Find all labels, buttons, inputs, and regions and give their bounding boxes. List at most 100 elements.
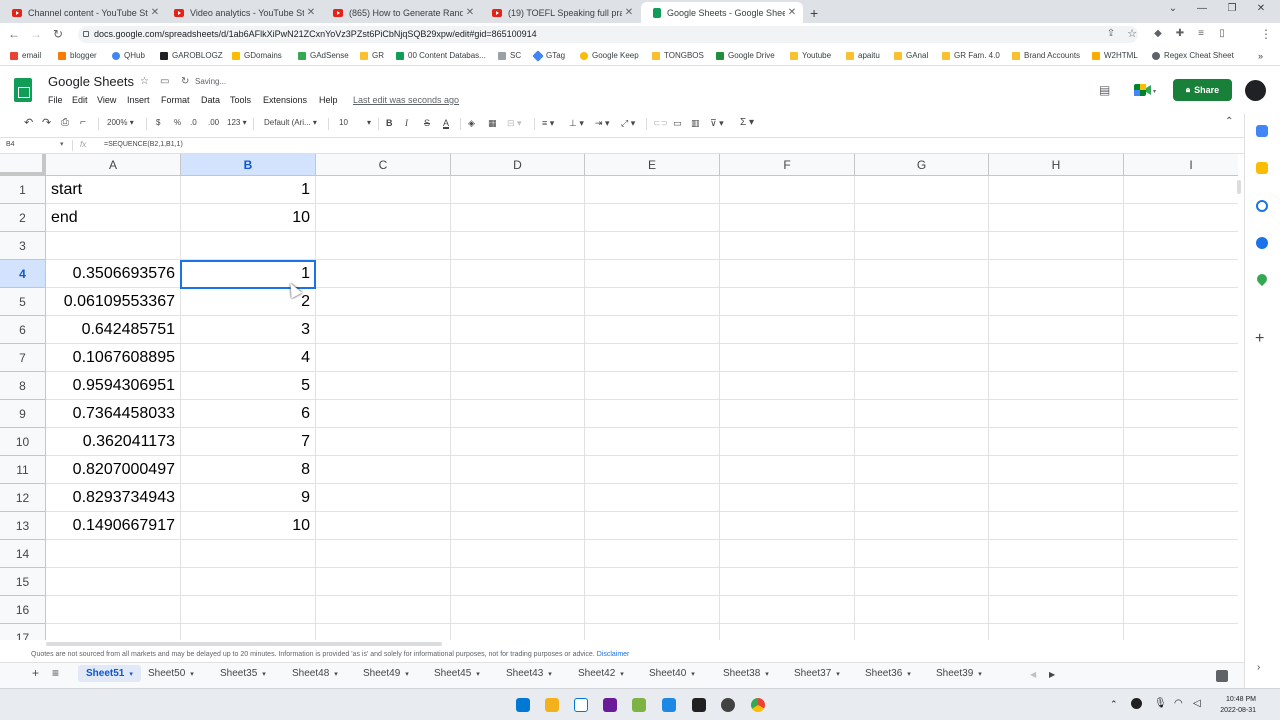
- cell-e3[interactable]: [585, 232, 720, 260]
- column-header-b[interactable]: B: [181, 154, 316, 176]
- row-header[interactable]: 7: [0, 344, 46, 372]
- sheet-tab-menu-icon[interactable]: ▾: [907, 671, 911, 678]
- tasks-icon[interactable]: [1256, 200, 1268, 212]
- cell-d1[interactable]: [451, 176, 585, 204]
- text-rotation-icon[interactable]: ⤢ ▾: [621, 118, 635, 129]
- chrome-icon[interactable]: [751, 698, 765, 712]
- sheet-tab-sheet45[interactable]: Sheet45 ▾: [434, 668, 480, 679]
- cell-f12[interactable]: [720, 484, 855, 512]
- cell-b3[interactable]: [181, 232, 316, 260]
- cell-c11[interactable]: [316, 456, 451, 484]
- meet-icon[interactable]: ▾: [1134, 83, 1156, 97]
- maps-icon[interactable]: [1254, 271, 1270, 287]
- cell-e8[interactable]: [585, 372, 720, 400]
- cell-h13[interactable]: [989, 512, 1124, 540]
- column-header-g[interactable]: G: [855, 154, 989, 176]
- menu-tools[interactable]: Tools: [230, 95, 251, 105]
- cell-h11[interactable]: [989, 456, 1124, 484]
- cell-a4[interactable]: 0.3506693576: [46, 260, 181, 288]
- cell-i16[interactable]: [1124, 596, 1238, 624]
- sheet-tab-sheet37[interactable]: Sheet37 ▾: [794, 668, 840, 679]
- browser-tab-active[interactable]: Google Sheets - Google Sheets ✕: [641, 2, 803, 23]
- paint-format-icon[interactable]: ⌐: [80, 117, 86, 128]
- row-header[interactable]: 3: [0, 232, 46, 260]
- cell-h5[interactable]: [989, 288, 1124, 316]
- bookmark-tongbos[interactable]: TONGBOS: [652, 51, 704, 60]
- taskbar-clock[interactable]: 10:48 PM 2022-08-31: [1196, 694, 1256, 716]
- print-icon[interactable]: ⎙: [61, 117, 69, 128]
- cell-b10[interactable]: 7: [181, 428, 316, 456]
- sheet-tab-menu-icon[interactable]: ▾: [476, 671, 480, 678]
- cell-a6[interactable]: 0.642485751: [46, 316, 181, 344]
- sheet-tab-sheet38[interactable]: Sheet38 ▾: [723, 668, 769, 679]
- bookmark-email[interactable]: email: [10, 51, 41, 60]
- cell-c17[interactable]: [316, 624, 451, 640]
- cell-a3[interactable]: [46, 232, 181, 260]
- decrease-decimal-button[interactable]: .0: [190, 118, 197, 127]
- cell-h9[interactable]: [989, 400, 1124, 428]
- cell-c14[interactable]: [316, 540, 451, 568]
- sheet-tab-sheet49[interactable]: Sheet49 ▾: [363, 668, 409, 679]
- sheet-tab-menu-icon[interactable]: ▾: [765, 671, 769, 678]
- cell-g7[interactable]: [855, 344, 989, 372]
- bookmark-google-drive[interactable]: Google Drive: [716, 51, 775, 60]
- cell-i13[interactable]: [1124, 512, 1238, 540]
- sheet-tab-menu-icon[interactable]: ▾: [978, 671, 982, 678]
- cell-c5[interactable]: [316, 288, 451, 316]
- cell-g12[interactable]: [855, 484, 989, 512]
- cell-i7[interactable]: [1124, 344, 1238, 372]
- cell-i8[interactable]: [1124, 372, 1238, 400]
- menu-insert[interactable]: Insert: [127, 95, 150, 105]
- cell-f13[interactable]: [720, 512, 855, 540]
- cell-f5[interactable]: [720, 288, 855, 316]
- wifi-icon[interactable]: ◠: [1174, 698, 1183, 709]
- bookmark-google-keep[interactable]: Google Keep: [580, 51, 639, 60]
- cell-g15[interactable]: [855, 568, 989, 596]
- cell-d12[interactable]: [451, 484, 585, 512]
- column-header-a[interactable]: A: [46, 154, 181, 176]
- cell-b12[interactable]: 9: [181, 484, 316, 512]
- column-header-c[interactable]: C: [316, 154, 451, 176]
- column-header-h[interactable]: H: [989, 154, 1124, 176]
- cell-d14[interactable]: [451, 540, 585, 568]
- share-button[interactable]: 🔒︎ Share: [1173, 79, 1232, 101]
- cell-d13[interactable]: [451, 512, 585, 540]
- cell-e14[interactable]: [585, 540, 720, 568]
- cell-i15[interactable]: [1124, 568, 1238, 596]
- cell-f17[interactable]: [720, 624, 855, 640]
- window-close-icon[interactable]: ✕: [1251, 3, 1271, 14]
- undo-icon[interactable]: ↶: [24, 116, 33, 129]
- sheet-tab-menu-icon[interactable]: ▾: [262, 671, 266, 678]
- cell-a15[interactable]: [46, 568, 181, 596]
- bookmark-garoblogz[interactable]: GAROBLOGZ: [160, 51, 223, 60]
- cell-c10[interactable]: [316, 428, 451, 456]
- cell-b1[interactable]: 1: [181, 176, 316, 204]
- menu-extensions[interactable]: Extensions: [263, 95, 307, 105]
- column-header-i[interactable]: I: [1124, 154, 1238, 176]
- sheet-tab-menu-icon[interactable]: ▾: [190, 671, 194, 678]
- bookmark-sc[interactable]: SC: [498, 51, 521, 60]
- row-header[interactable]: 4: [0, 260, 46, 288]
- font-size-dropdown-icon[interactable]: ▾: [367, 118, 371, 127]
- share-page-icon[interactable]: ⇪: [1103, 27, 1119, 41]
- cell-d17[interactable]: [451, 624, 585, 640]
- font-select[interactable]: Default (Ari... ▾: [264, 118, 317, 127]
- menu-edit[interactable]: Edit: [72, 95, 88, 105]
- scroll-tabs-right-icon[interactable]: ▶: [1049, 670, 1055, 679]
- cell-e12[interactable]: [585, 484, 720, 512]
- back-icon[interactable]: ←: [6, 27, 22, 41]
- percent-format-button[interactable]: %: [174, 118, 181, 127]
- bookmark-brand-accounts[interactable]: Brand Accounts: [1012, 51, 1080, 60]
- cell-g1[interactable]: [855, 176, 989, 204]
- cell-f6[interactable]: [720, 316, 855, 344]
- bookmark-gadsense[interactable]: GAdSense: [298, 51, 349, 60]
- formula-input[interactable]: =SEQUENCE(B2,1,B1,1): [104, 141, 183, 148]
- cell-e7[interactable]: [585, 344, 720, 372]
- cell-d10[interactable]: [451, 428, 585, 456]
- cell-h12[interactable]: [989, 484, 1124, 512]
- cell-i3[interactable]: [1124, 232, 1238, 260]
- cell-b16[interactable]: [181, 596, 316, 624]
- cell-f14[interactable]: [720, 540, 855, 568]
- cell-a8[interactable]: 0.9594306951: [46, 372, 181, 400]
- cell-b14[interactable]: [181, 540, 316, 568]
